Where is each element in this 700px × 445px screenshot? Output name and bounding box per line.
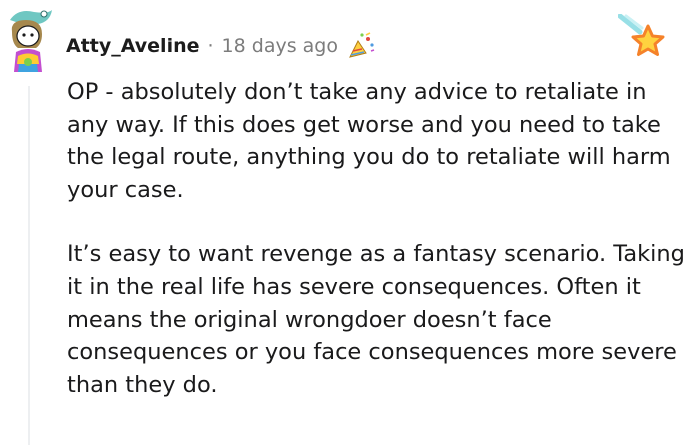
comment-meta: Atty_Aveline · 18 days ago xyxy=(66,32,376,60)
username[interactable]: Atty_Aveline xyxy=(66,35,200,57)
party-award-icon[interactable] xyxy=(346,31,376,61)
shooting-star-award-icon[interactable] xyxy=(618,14,666,62)
timestamp[interactable]: 18 days ago xyxy=(222,35,338,57)
comment: Atty_Aveline · 18 days ago OP - absolute… xyxy=(0,0,700,445)
avatar[interactable] xyxy=(4,6,56,76)
meta-separator: · xyxy=(207,35,214,57)
thread-line[interactable] xyxy=(28,86,30,445)
comment-paragraph: OP - absolutely don’t take any advice to… xyxy=(67,79,671,203)
comment-paragraph: It’s easy to want revenge as a fantasy s… xyxy=(67,241,685,398)
comment-body: OP - absolutely don’t take any advice to… xyxy=(67,76,692,401)
